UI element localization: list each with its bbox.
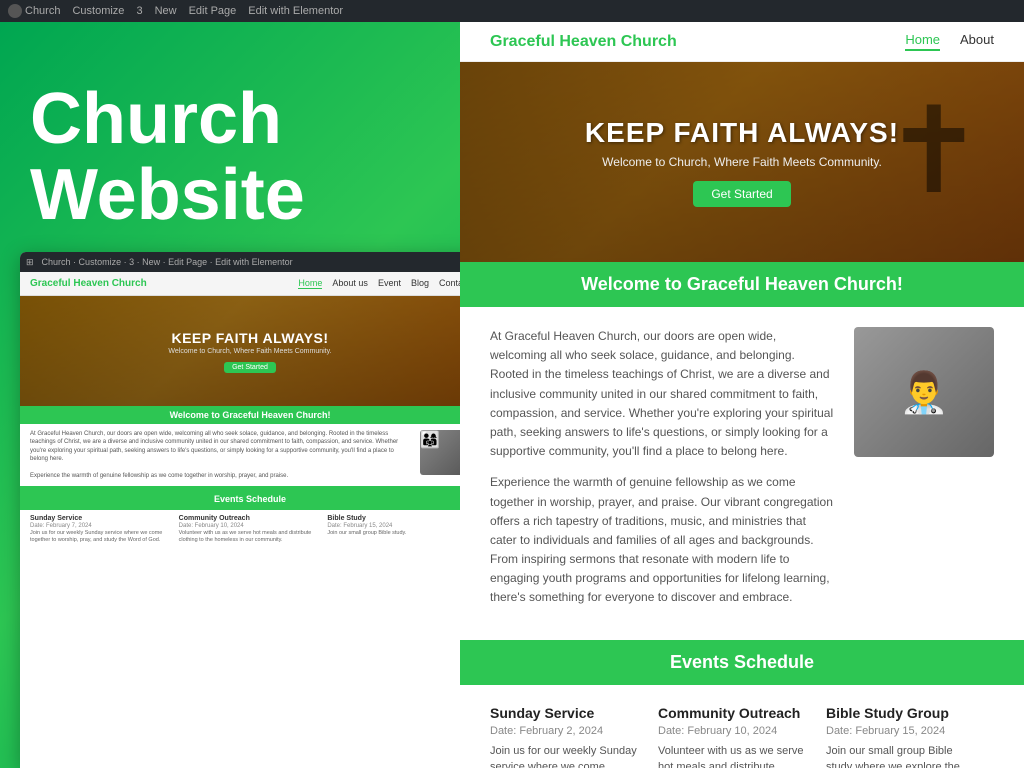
wp-icon	[8, 4, 22, 18]
mini-events-grid: Sunday Service Date: February 7, 2024 Jo…	[20, 510, 460, 549]
mini-nav-event: Event	[378, 278, 401, 289]
event-0-title: Sunday Service	[490, 705, 643, 721]
mini-nav: Graceful Heaven Church Home About us Eve…	[20, 272, 460, 296]
hero-title: KEEP FAITH ALWAYS!	[585, 117, 899, 149]
event-1-date: Date: February 10, 2024	[658, 725, 811, 737]
mini-get-started-button[interactable]: Get Started	[224, 362, 276, 373]
mini-admin-items: Church · Customize · 3 · New · Edit Page…	[42, 257, 293, 267]
event-2-title: Bible Study Group	[826, 705, 979, 721]
mini-event-0-date: Date: February 7, 2024	[30, 523, 173, 529]
mini-nav-blog: Blog	[411, 278, 429, 289]
mini-event-1: Community Outreach Date: February 10, 20…	[179, 515, 322, 544]
mini-event-0: Sunday Service Date: February 7, 2024 Jo…	[30, 515, 173, 544]
mini-nav-aboutus: About us	[332, 278, 368, 289]
admin-bar-edit-page[interactable]: Edit Page	[189, 5, 237, 17]
site-nav: Graceful Heaven Church Home About	[460, 22, 1024, 62]
admin-bar-new[interactable]: New	[155, 5, 177, 17]
mini-event-1-desc: Volunteer with us as we serve hot meals …	[179, 530, 322, 544]
site-nav-links: Home About	[905, 32, 994, 51]
mini-site-logo: Graceful Heaven Church	[30, 278, 147, 289]
mini-hero-title: KEEP FAITH ALWAYS!	[171, 330, 328, 346]
hero-section: KEEP FAITH ALWAYS! Welcome to Church, Wh…	[460, 62, 1024, 262]
event-1-title: Community Outreach	[658, 705, 811, 721]
mini-event-0-desc: Join us for our weekly Sunday service wh…	[30, 530, 173, 544]
mini-nav-home: Home	[298, 278, 322, 289]
admin-count-label: 3	[136, 5, 142, 17]
right-site: Graceful Heaven Church Home About KEEP F…	[460, 22, 1024, 768]
about-image: 👨‍⚕️	[854, 327, 994, 457]
events-header: Events Schedule	[460, 640, 1024, 685]
admin-bar-elementor[interactable]: Edit with Elementor	[248, 5, 343, 17]
mini-about-image: 👨‍👩‍👧	[420, 430, 460, 475]
admin-edit-page-label: Edit Page	[189, 5, 237, 17]
event-card-1: Community Outreach Date: February 10, 20…	[658, 705, 826, 768]
mini-welcome-section: Welcome to Graceful Heaven Church!	[20, 406, 460, 424]
left-overlay: Church Website ⊞ Church · Customize · 3 …	[0, 22, 460, 768]
event-card-0: Sunday Service Date: February 2, 2024 Jo…	[490, 705, 658, 768]
mini-welcome-title: Welcome to Graceful Heaven Church!	[30, 410, 460, 420]
admin-church-label: Church	[25, 5, 60, 17]
mini-events-label: Events Schedule	[214, 494, 286, 504]
hero-subtitle: Welcome to Church, Where Faith Meets Com…	[602, 155, 882, 169]
admin-bar-church[interactable]: Church	[8, 4, 60, 18]
about-text: At Graceful Heaven Church, our doors are…	[490, 327, 834, 620]
mini-event-2-title: Bible Study	[327, 515, 460, 522]
mini-browser-preview: ⊞ Church · Customize · 3 · New · Edit Pa…	[20, 252, 460, 768]
mini-browser-bar: ⊞ Church · Customize · 3 · New · Edit Pa…	[20, 252, 460, 272]
events-title: Events Schedule	[480, 652, 1004, 673]
event-1-desc: Volunteer with us as we serve hot meals …	[658, 743, 811, 768]
event-0-desc: Join us for our weekly Sunday service wh…	[490, 743, 643, 768]
admin-bar: Church Customize 3 New Edit Page Edit wi…	[0, 0, 1024, 22]
admin-bar-customize[interactable]: Customize	[72, 5, 124, 17]
nav-home[interactable]: Home	[905, 32, 940, 51]
welcome-header: Welcome to Graceful Heaven Church!	[460, 262, 1024, 307]
mini-about-text: At Graceful Heaven Church, our doors are…	[30, 430, 412, 480]
admin-new-label: New	[155, 5, 177, 17]
nav-about[interactable]: About	[960, 32, 994, 51]
get-started-button[interactable]: Get Started	[693, 181, 790, 207]
admin-bar-count[interactable]: 3	[136, 5, 142, 17]
about-para-1: At Graceful Heaven Church, our doors are…	[490, 327, 834, 461]
event-2-date: Date: February 15, 2024	[826, 725, 979, 737]
about-para-2: Experience the warmth of genuine fellows…	[490, 473, 834, 607]
overlay-heading: Church Website	[30, 82, 305, 233]
mini-event-0-title: Sunday Service	[30, 515, 173, 522]
mini-event-1-title: Community Outreach	[179, 515, 322, 522]
events-grid: Sunday Service Date: February 2, 2024 Jo…	[460, 685, 1024, 768]
mini-hero: KEEP FAITH ALWAYS! Welcome to Church, Wh…	[20, 296, 460, 406]
mini-event-2: Bible Study Date: February 15, 2024 Join…	[327, 515, 460, 544]
mini-nav-contact: Contact	[439, 278, 460, 289]
event-0-date: Date: February 2, 2024	[490, 725, 643, 737]
mini-wp-icon: ⊞	[26, 257, 34, 268]
overlay-line2: Website	[30, 155, 305, 235]
page-wrapper: Church Website ⊞ Church · Customize · 3 …	[0, 22, 1024, 768]
about-section: At Graceful Heaven Church, our doors are…	[460, 307, 1024, 640]
event-card-2: Bible Study Group Date: February 15, 202…	[826, 705, 994, 768]
admin-elementor-label: Edit with Elementor	[248, 5, 343, 17]
mini-event-2-desc: Join our small group Bible study.	[327, 530, 460, 537]
event-2-desc: Join our small group Bible study where w…	[826, 743, 979, 768]
mini-event-2-date: Date: February 15, 2024	[327, 523, 460, 529]
site-logo: Graceful Heaven Church	[490, 33, 677, 51]
mini-about-section: At Graceful Heaven Church, our doors are…	[20, 424, 460, 486]
mini-nav-links: Home About us Event Blog Contact	[298, 278, 460, 289]
mini-hero-subtitle: Welcome to Church, Where Faith Meets Com…	[168, 348, 331, 355]
mini-events-header: Events Schedule	[20, 486, 460, 510]
mini-event-1-date: Date: February 10, 2024	[179, 523, 322, 529]
overlay-line1: Church	[30, 79, 282, 159]
welcome-title: Welcome to Graceful Heaven Church!	[480, 274, 1004, 295]
admin-customize-label: Customize	[72, 5, 124, 17]
